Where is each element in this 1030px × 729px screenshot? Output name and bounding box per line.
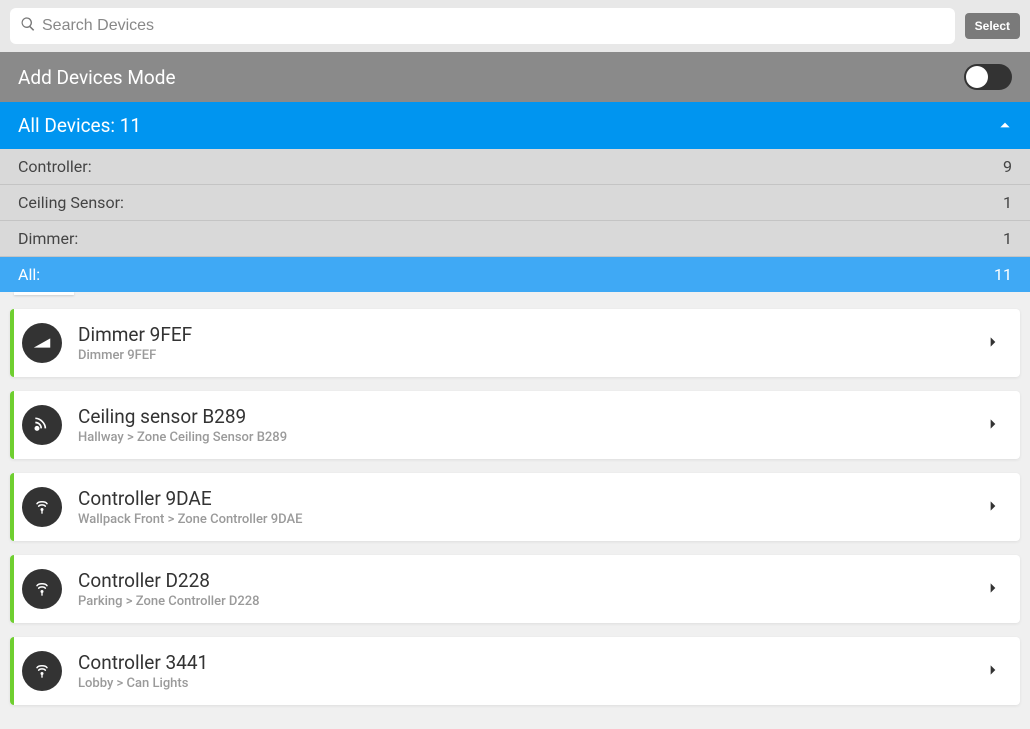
device-title: Dimmer 9FEF [78, 323, 986, 346]
active-filter-underline [14, 292, 74, 295]
chevron-right-icon [986, 662, 1000, 681]
device-row-ceiling-sensor-b289[interactable]: Ceiling sensor B289 Hallway > Zone Ceili… [10, 391, 1020, 459]
top-bar: Select [0, 0, 1030, 52]
controller-icon [22, 651, 62, 691]
filter-label: Controller: [18, 157, 92, 176]
device-title: Controller 9DAE [78, 487, 986, 510]
filter-count: 9 [1003, 157, 1012, 176]
device-row-controller-3441[interactable]: Controller 3441 Lobby > Can Lights [10, 637, 1020, 705]
device-title: Controller D228 [78, 569, 986, 592]
filter-label: Ceiling Sensor: [18, 193, 124, 212]
filter-dimmer[interactable]: Dimmer: 1 [0, 221, 1030, 257]
device-text: Controller D228 Parking > Zone Controlle… [78, 569, 986, 609]
chevron-right-icon [986, 334, 1000, 353]
device-title: Ceiling sensor B289 [78, 405, 986, 428]
device-row-dimmer-9fef[interactable]: Dimmer 9FEF Dimmer 9FEF [10, 309, 1020, 377]
filter-label: Dimmer: [18, 229, 78, 248]
chevron-up-icon [998, 114, 1012, 137]
all-devices-label: All Devices: 11 [18, 114, 141, 137]
device-row-controller-9dae[interactable]: Controller 9DAE Wallpack Front > Zone Co… [10, 473, 1020, 541]
filter-controller[interactable]: Controller: 9 [0, 149, 1030, 185]
device-text: Controller 9DAE Wallpack Front > Zone Co… [78, 487, 986, 527]
filter-count: 1 [1003, 193, 1012, 212]
search-icon [20, 16, 42, 36]
sensor-icon [22, 405, 62, 445]
controller-icon [22, 487, 62, 527]
chevron-right-icon [986, 498, 1000, 517]
device-text: Controller 3441 Lobby > Can Lights [78, 651, 986, 691]
all-devices-header[interactable]: All Devices: 11 [0, 102, 1030, 149]
dimmer-icon [22, 323, 62, 363]
add-devices-mode-toggle[interactable] [964, 64, 1012, 90]
device-subtitle: Lobby > Can Lights [78, 676, 986, 691]
filter-ceiling-sensor[interactable]: Ceiling Sensor: 1 [0, 185, 1030, 221]
filter-count: 11 [994, 265, 1012, 284]
device-row-controller-d228[interactable]: Controller D228 Parking > Zone Controlle… [10, 555, 1020, 623]
controller-icon [22, 569, 62, 609]
search-input[interactable] [42, 17, 945, 35]
filter-label: All: [18, 265, 40, 284]
add-devices-mode-label: Add Devices Mode [18, 66, 176, 89]
device-text: Dimmer 9FEF Dimmer 9FEF [78, 323, 986, 363]
device-subtitle: Parking > Zone Controller D228 [78, 594, 986, 609]
select-button[interactable]: Select [965, 13, 1020, 39]
toggle-knob [966, 66, 988, 88]
device-list: Dimmer 9FEF Dimmer 9FEF Ceiling sensor B… [0, 309, 1030, 715]
device-subtitle: Hallway > Zone Ceiling Sensor B289 [78, 430, 986, 445]
device-subtitle: Wallpack Front > Zone Controller 9DAE [78, 512, 986, 527]
device-subtitle: Dimmer 9FEF [78, 348, 986, 363]
chevron-right-icon [986, 416, 1000, 435]
filter-count: 1 [1003, 229, 1012, 248]
device-title: Controller 3441 [78, 651, 986, 674]
device-text: Ceiling sensor B289 Hallway > Zone Ceili… [78, 405, 986, 445]
search-field-wrap[interactable] [10, 8, 955, 44]
add-devices-mode-bar: Add Devices Mode [0, 52, 1030, 102]
chevron-right-icon [986, 580, 1000, 599]
filter-all[interactable]: All: 11 [0, 257, 1030, 292]
